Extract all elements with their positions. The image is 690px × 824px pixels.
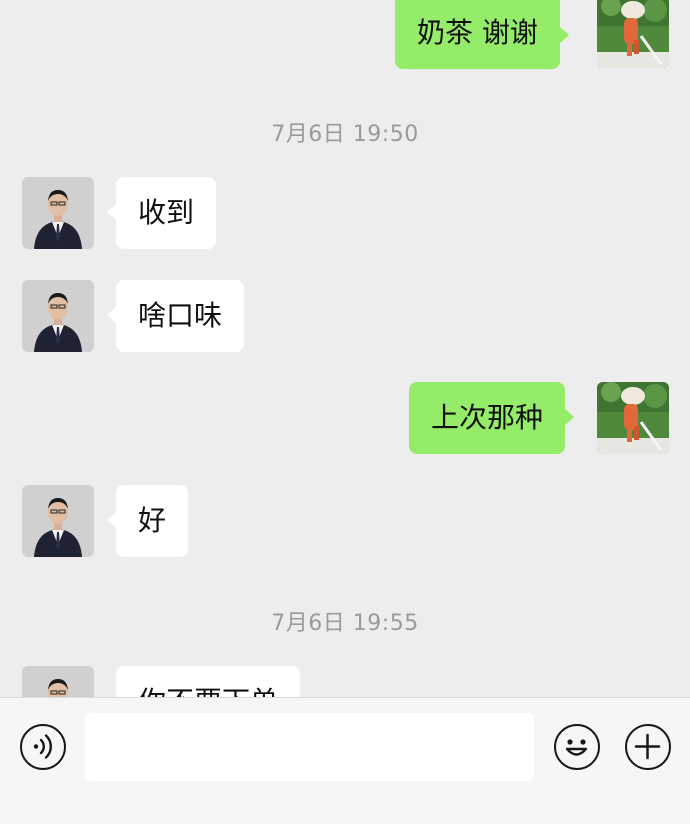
child-photo-icon — [597, 0, 669, 68]
plus-icon — [634, 733, 661, 760]
timestamp: 7月6日 19:55 — [271, 611, 419, 636]
child-photo-icon — [597, 382, 669, 454]
my-avatar[interactable] — [597, 0, 669, 68]
chat-area[interactable]: 奶茶 谢谢 7月6日 19:50 收到 啥口味 上次那种 好 7月6日 19:5… — [0, 0, 690, 697]
message-input[interactable] — [85, 713, 534, 781]
contact-avatar[interactable] — [22, 177, 94, 249]
timestamp: 7月6日 19:50 — [271, 122, 419, 147]
man-in-suit-photo-icon — [22, 666, 94, 697]
incoming-message-bubble[interactable]: 收到 — [106, 177, 217, 249]
emoji-icon — [565, 739, 588, 756]
my-avatar[interactable] — [597, 382, 669, 454]
input-bar — [0, 697, 690, 824]
man-in-suit-photo-icon — [22, 485, 94, 557]
contact-avatar[interactable] — [22, 666, 94, 697]
more-button[interactable] — [625, 724, 671, 770]
contact-avatar[interactable] — [22, 485, 94, 557]
outgoing-message-bubble[interactable]: 奶茶 谢谢 — [395, 0, 569, 69]
man-in-suit-photo-icon — [22, 280, 94, 352]
incoming-message-bubble[interactable]: 啥口味 — [106, 280, 245, 352]
emoji-button[interactable] — [554, 724, 600, 770]
man-in-suit-photo-icon — [22, 177, 94, 249]
outgoing-message-bubble[interactable]: 上次那种 — [409, 382, 575, 454]
voice-button[interactable] — [20, 724, 66, 770]
contact-avatar[interactable] — [22, 280, 94, 352]
voice-icon — [33, 734, 52, 759]
incoming-message-bubble[interactable]: 好 — [106, 485, 189, 557]
incoming-message-bubble[interactable]: 你不要下单 — [116, 666, 301, 697]
